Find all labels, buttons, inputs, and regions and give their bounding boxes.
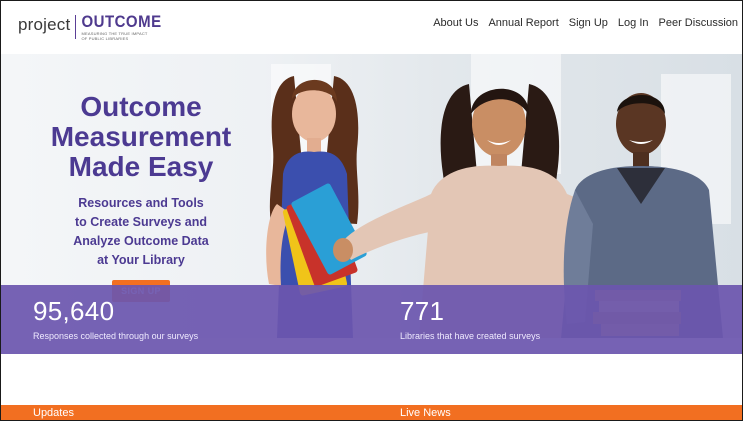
stat-libraries: 771 Libraries that have created surveys (400, 297, 540, 342)
live-news-heading[interactable]: Live News (400, 407, 451, 419)
hero-title-line: Made Easy (68, 151, 214, 182)
nav-sign-up[interactable]: Sign Up (569, 17, 608, 29)
hero-subtitle-line: Resources and Tools (78, 196, 204, 210)
news-strip: Updates Live News (1, 405, 742, 420)
hero-subtitle-line: to Create Surveys and (75, 215, 207, 229)
hero-title-line: Measurement (50, 121, 232, 152)
nav-peer-discussion[interactable]: Peer Discussion (659, 17, 738, 29)
stat-libraries-label: Libraries that have created surveys (400, 331, 541, 341)
logo-project-text: project (18, 15, 71, 34)
nav-log-in[interactable]: Log In (618, 17, 649, 29)
hero-title: Outcome Measurement Made Easy (23, 92, 259, 182)
stat-responses-value: 95,640 (33, 296, 115, 326)
logo-divider (75, 15, 77, 39)
page-frame: project OUTCOME MEASURING THE TRUE IMPAC… (0, 0, 743, 421)
logo-tagline: MEASURING THE TRUE IMPACT OF PUBLIC LIBR… (81, 31, 148, 41)
stat-responses-label: Responses collected through our surveys (33, 331, 199, 341)
stat-libraries-value: 771 (400, 296, 445, 326)
project-outcome-logo[interactable]: project OUTCOME MEASURING THE TRUE IMPAC… (18, 14, 162, 44)
nav-annual-report[interactable]: Annual Report (488, 17, 558, 29)
hero-text-block: Outcome Measurement Made Easy Resources … (23, 92, 259, 302)
hero-subtitle: Resources and Tools to Create Surveys an… (23, 194, 259, 270)
logo-wordmark: OUTCOME MEASURING THE TRUE IMPACT OF PUB… (81, 14, 161, 41)
updates-heading[interactable]: Updates (33, 407, 74, 419)
logo-outcome-text: OUTCOME (81, 12, 162, 32)
site-header: project OUTCOME MEASURING THE TRUE IMPAC… (1, 1, 742, 54)
stat-responses: 95,640 Responses collected through our s… (33, 297, 198, 342)
hero-subtitle-line: Analyze Outcome Data (73, 234, 209, 248)
nav-about-us[interactable]: About Us (433, 17, 478, 29)
main-nav: About Us Annual Report Sign Up Log In Pe… (433, 17, 738, 29)
hero-subtitle-line: at Your Library (97, 253, 185, 267)
stats-band: 95,640 Responses collected through our s… (1, 285, 742, 354)
hero-title-line: Outcome (80, 91, 202, 122)
